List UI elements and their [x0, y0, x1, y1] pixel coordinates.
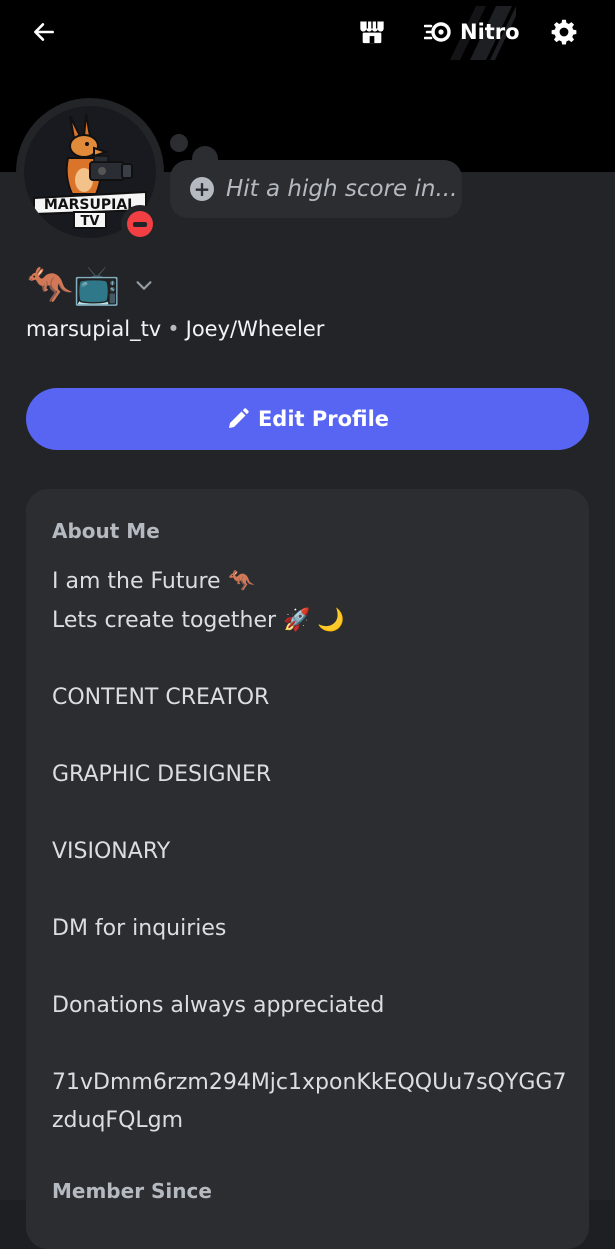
bubble-dot-small [170, 134, 188, 152]
nitro-label: Nitro [460, 20, 520, 44]
display-name: 🦘📺 [26, 263, 121, 307]
edit-profile-button[interactable]: Edit Profile [26, 388, 589, 450]
arrow-left-icon [34, 23, 54, 41]
gear-icon [551, 19, 577, 45]
status-dnd-indicator [121, 205, 159, 243]
nitro-icon [424, 22, 451, 42]
about-me-card: About Me I am the Future 🦘 Lets create t… [26, 489, 589, 1249]
logo-text-line1: MARSUPIAL [44, 197, 136, 213]
logo-text-line2: TV [81, 214, 100, 229]
back-button[interactable] [24, 14, 64, 50]
custom-status-bubble[interactable]: + Hit a high score in... [170, 160, 462, 218]
separator-dot: • [167, 317, 180, 341]
shop-button[interactable] [352, 14, 392, 50]
pencil-icon [228, 408, 249, 428]
top-bar: Nitro [0, 0, 615, 66]
shop-icon [360, 21, 384, 44]
display-name-row[interactable]: 🦘📺 [26, 262, 155, 308]
custom-status-placeholder: Hit a high score in... [226, 176, 458, 202]
pronouns: Joey/Wheeler [185, 317, 325, 341]
settings-button[interactable] [544, 14, 584, 50]
plus-icon: + [190, 177, 214, 201]
username-line: marsupial_tv • Joey/Wheeler [26, 317, 324, 341]
username: marsupial_tv [26, 317, 162, 341]
dnd-dot [127, 211, 153, 237]
about-me-heading: About Me [52, 519, 160, 543]
nitro-button[interactable]: Nitro [424, 14, 524, 50]
about-me-text: I am the Future 🦘 Lets create together 🚀… [52, 569, 567, 1133]
chevron-down-icon [133, 274, 155, 296]
edit-profile-label: Edit Profile [257, 407, 390, 431]
member-since-heading: Member Since [52, 1179, 212, 1203]
